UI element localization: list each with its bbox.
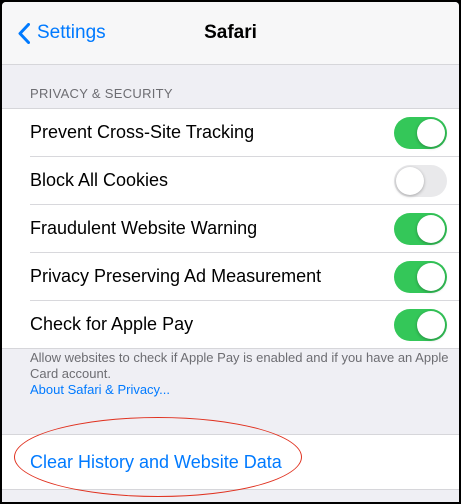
toggle-knob (396, 167, 424, 195)
setting-row-block-all-cookies: Block All Cookies (30, 157, 459, 205)
check-for-apple-pay-toggle[interactable] (394, 309, 447, 341)
prevent-cross-site-tracking-toggle[interactable] (394, 117, 447, 149)
setting-label: Privacy Preserving Ad Measurement (30, 266, 322, 286)
setting-label: Block All Cookies (30, 170, 169, 190)
toggle-knob (417, 311, 445, 339)
toggle-knob (417, 119, 445, 147)
fraudulent-website-warning-toggle[interactable] (394, 213, 447, 245)
setting-label: Fraudulent Website Warning (30, 218, 258, 238)
toggle-knob (417, 263, 445, 291)
section-header: PRIVACY & SECURITY (30, 86, 173, 101)
navigation-bar: Settings Safari (2, 2, 459, 65)
privacy-preserving-ad-measurement-toggle[interactable] (394, 261, 447, 293)
settings-screen: Settings Safari PRIVACY & SECURITY Preve… (2, 2, 459, 502)
toggle-knob (417, 215, 445, 243)
footer-text: Allow websites to check if Apple Pay is … (30, 350, 449, 381)
privacy-settings-group: Prevent Cross-Site Tracking Block All Co… (2, 108, 459, 349)
clear-data-group: Clear History and Website Data (2, 434, 459, 490)
setting-row-prevent-cross-site-tracking: Prevent Cross-Site Tracking (30, 109, 459, 157)
setting-label: Prevent Cross-Site Tracking (30, 122, 255, 142)
setting-row-privacy-preserving-ad-measurement: Privacy Preserving Ad Measurement (30, 253, 459, 301)
setting-row-check-for-apple-pay: Check for Apple Pay (30, 301, 459, 348)
block-all-cookies-toggle[interactable] (394, 165, 447, 197)
page-title: Safari (204, 22, 257, 43)
clear-history-button[interactable]: Clear History and Website Data (30, 435, 282, 489)
about-safari-privacy-link[interactable]: About Safari & Privacy... (30, 382, 450, 398)
section-footer: Allow websites to check if Apple Pay is … (30, 350, 450, 398)
setting-label: Check for Apple Pay (30, 314, 194, 334)
setting-row-fraudulent-website-warning: Fraudulent Website Warning (30, 205, 459, 253)
